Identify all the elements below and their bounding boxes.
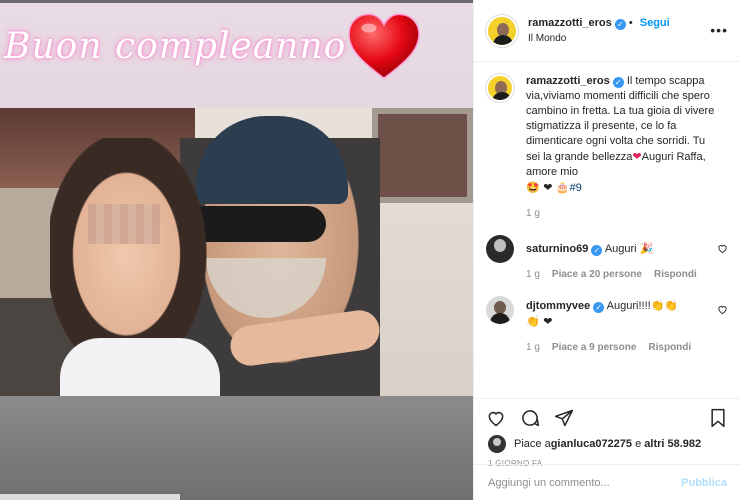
heart-icon[interactable] [717, 243, 728, 254]
comment-row: saturnino69 ✓ Auguri 🎉 1 g Piace a 20 per… [486, 235, 728, 282]
photo-blurred-face [88, 204, 160, 244]
comment-emoji: 🎉 [639, 242, 654, 255]
heart-icon[interactable] [717, 304, 728, 315]
action-bar [474, 403, 740, 433]
verified-badge-icon: ✓ [614, 18, 626, 30]
comment-avatar[interactable] [486, 296, 514, 324]
comment-row: djtommyvee ✓ Auguri!!!!👏👏 👏 ❤ 1 g Piace a… [486, 296, 728, 355]
comments-section[interactable]: ramazzotti_eros ✓ Il tempo scappa via,viv… [474, 62, 740, 399]
likes-others[interactable]: altri 58.982 [644, 438, 701, 450]
verified-badge-icon: ✓ [591, 245, 603, 256]
reply-button[interactable]: Rispondi [654, 267, 697, 282]
caption: ramazzotti_eros ✓ Il tempo scappa via,viv… [486, 74, 728, 221]
comment-text: Auguri [604, 243, 637, 255]
comment-emoji: 👏👏 [650, 299, 679, 312]
post-media[interactable]: Buon compleanno [0, 0, 473, 500]
horizontal-scrollbar[interactable] [0, 494, 180, 500]
separator-dot: • [628, 16, 636, 29]
verified-badge-icon: ✓ [612, 77, 624, 88]
more-options-icon[interactable]: ••• [710, 22, 728, 38]
comment-likes[interactable]: Piace a 9 persone [552, 340, 637, 355]
comment-input[interactable]: Aggiungi un commento... [488, 477, 610, 489]
comment-username[interactable]: djtommyvee [526, 300, 590, 312]
caption-username[interactable]: ramazzotti_eros [526, 75, 610, 87]
photo-window [372, 108, 473, 203]
post-header: ramazzotti_eros ✓ • Segui Il Mondo ••• [474, 0, 740, 62]
likes-user[interactable]: gianluca072275 [551, 438, 632, 450]
comment-age[interactable]: 1 g [526, 340, 540, 355]
verified-badge-icon: ✓ [593, 302, 605, 313]
post-location[interactable]: Il Mondo [528, 31, 670, 46]
comment-icon[interactable] [520, 408, 540, 428]
caption-hashtag[interactable]: #9 [570, 182, 582, 194]
comment-likes[interactable]: Piace a 20 persone [552, 267, 642, 282]
share-icon[interactable] [554, 408, 574, 428]
likes-summary[interactable]: Piace a gianluca072275 e altri 58.982 [474, 433, 740, 455]
comment-emoji-2: 👏 ❤ [526, 315, 553, 328]
comment-age[interactable]: 1 g [526, 267, 540, 282]
comment-text: Auguri!!!! [606, 300, 651, 312]
caption-avatar[interactable] [486, 74, 514, 102]
heart-icon[interactable] [486, 408, 506, 428]
add-comment-bar: Aggiungi un commento... Pubblica [474, 464, 740, 500]
caption-emojis: 🤩 ❤ 🎂 [526, 181, 570, 194]
likes-prefix: Piace a [514, 438, 551, 450]
liker-avatar [488, 435, 506, 453]
publish-button[interactable]: Pubblica [681, 477, 727, 489]
post-side-panel: ramazzotti_eros ✓ • Segui Il Mondo ••• ra… [473, 0, 740, 500]
bookmark-icon[interactable] [708, 408, 728, 428]
comment-username[interactable]: saturnino69 [526, 243, 588, 255]
photo-dress [60, 338, 220, 396]
reply-button[interactable]: Rispondi [648, 340, 691, 355]
post-username[interactable]: ramazzotti_eros [528, 17, 612, 29]
banner-text: Buon compleanno [4, 26, 347, 67]
follow-button[interactable]: Segui [640, 17, 670, 29]
likes-suffix: e [632, 438, 645, 450]
avatar[interactable] [486, 14, 518, 47]
heart-emoji-icon: ❤ [632, 150, 642, 163]
caption-text: Il tempo scappa via,viviamo momenti diff… [526, 75, 715, 163]
comment-avatar[interactable] [486, 235, 514, 263]
media-bottom-area [0, 396, 473, 500]
photo [0, 108, 473, 396]
caption-age[interactable]: 1 g [526, 206, 540, 221]
heart-sticker-icon [348, 13, 420, 80]
